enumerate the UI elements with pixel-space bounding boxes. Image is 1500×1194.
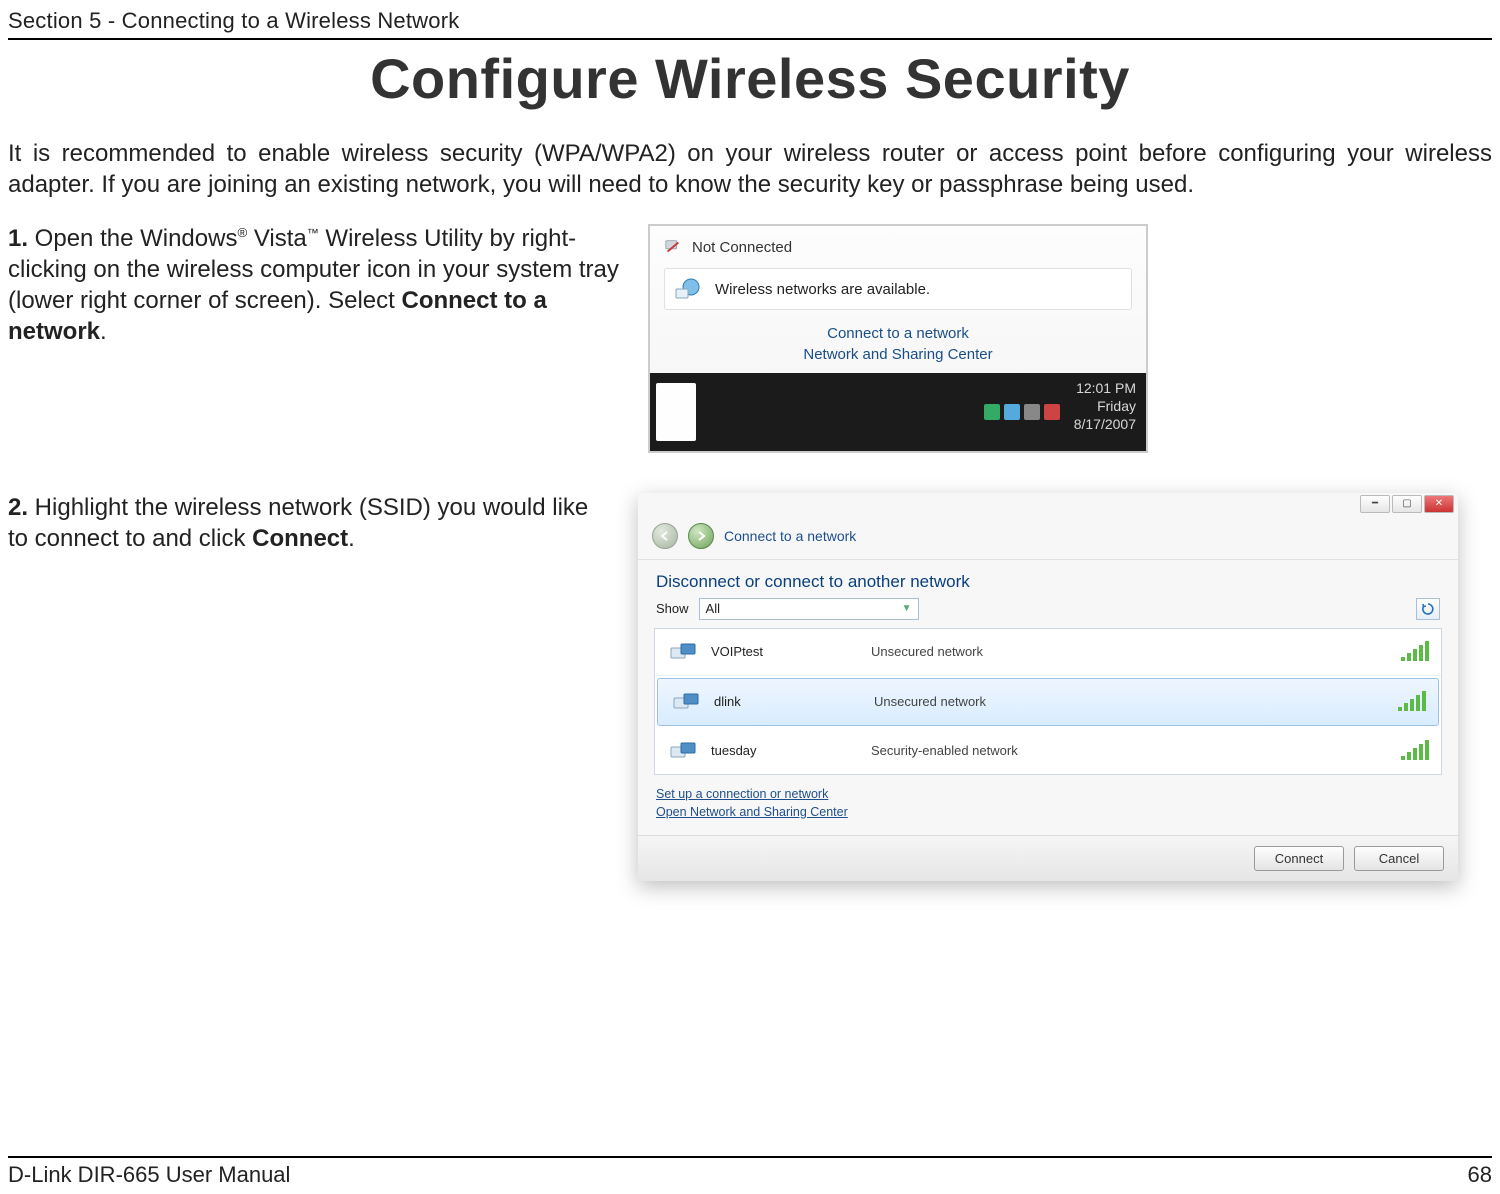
network-name: tuesday: [711, 743, 871, 758]
network-security: Unsecured network: [874, 694, 1398, 709]
page-number: 68: [1468, 1162, 1492, 1188]
dialog-heading: Disconnect or connect to another network: [638, 572, 1458, 598]
step1-number: 1.: [8, 225, 28, 252]
network-security: Security-enabled network: [871, 743, 1401, 758]
network-icon: [670, 689, 704, 715]
screenshot-connect-dialog: ━ ▢ ✕ Connect to a network Disconnect or…: [638, 493, 1458, 881]
network-security: Unsecured network: [871, 644, 1401, 659]
arrow-left-icon: [659, 530, 671, 542]
rule-top: [8, 38, 1492, 40]
network-row[interactable]: tuesday Security-enabled network: [655, 728, 1441, 774]
not-connected-label: Not Connected: [692, 239, 792, 256]
arrow-right-icon: [695, 530, 707, 542]
network-icon: [667, 639, 701, 665]
network-icon: [667, 738, 701, 764]
refresh-button[interactable]: [1416, 598, 1440, 620]
clock: 12:01 PM Friday 8/17/2007: [1066, 373, 1146, 451]
setup-connection-link[interactable]: Set up a connection or network: [656, 785, 1440, 803]
signal-icon: [1398, 693, 1426, 711]
taskbar: 12:01 PM Friday 8/17/2007: [650, 373, 1146, 451]
window-maximize-button[interactable]: ▢: [1392, 495, 1422, 513]
chevron-down-icon: ▼: [902, 603, 912, 614]
not-connected-icon: [664, 238, 682, 256]
open-sharing-center-link[interactable]: Open Network and Sharing Center: [656, 803, 1440, 821]
breadcrumb: Connect to a network: [724, 528, 856, 544]
connect-link[interactable]: Connect to a network: [664, 324, 1132, 344]
step2-text: 2. Highlight the wireless network (SSID)…: [8, 493, 638, 554]
window-close-button[interactable]: ✕: [1424, 495, 1454, 513]
signal-icon: [1401, 643, 1429, 661]
step2-number: 2.: [8, 494, 28, 521]
network-row[interactable]: dlink Unsecured network: [657, 678, 1439, 726]
step1-text: 1. Open the Windows® Vista™ Wireless Uti…: [8, 224, 648, 347]
tray-icons[interactable]: [978, 373, 1066, 451]
manual-name: D-Link DIR-665 User Manual: [8, 1162, 290, 1188]
taskbar-button[interactable]: [656, 383, 696, 441]
connect-button[interactable]: Connect: [1254, 846, 1344, 871]
refresh-icon: [1421, 602, 1435, 616]
show-label: Show: [656, 601, 689, 616]
signal-icon: [1401, 742, 1429, 760]
nav-back-button[interactable]: [652, 523, 678, 549]
show-filter-select[interactable]: All ▼: [699, 598, 919, 620]
wireless-available-icon: [673, 275, 701, 303]
intro-paragraph: It is recommended to enable wireless sec…: [8, 139, 1492, 200]
nav-forward-button[interactable]: [688, 523, 714, 549]
page-title: Configure Wireless Security: [8, 46, 1492, 111]
screenshot-tray-popup: Not Connected Wireless networks are avai…: [648, 224, 1148, 453]
cancel-button[interactable]: Cancel: [1354, 846, 1444, 871]
network-name: dlink: [714, 694, 874, 709]
network-name: VOIPtest: [711, 644, 871, 659]
wireless-available-label: Wireless networks are available.: [715, 281, 930, 298]
section-header: Section 5 - Connecting to a Wireless Net…: [8, 8, 1492, 34]
window-minimize-button[interactable]: ━: [1360, 495, 1390, 513]
network-row[interactable]: VOIPtest Unsecured network: [655, 629, 1441, 676]
network-list: VOIPtest Unsecured network dlink Unsecur…: [654, 628, 1442, 775]
sharing-center-link[interactable]: Network and Sharing Center: [664, 345, 1132, 365]
rule-bottom: [8, 1156, 1492, 1158]
